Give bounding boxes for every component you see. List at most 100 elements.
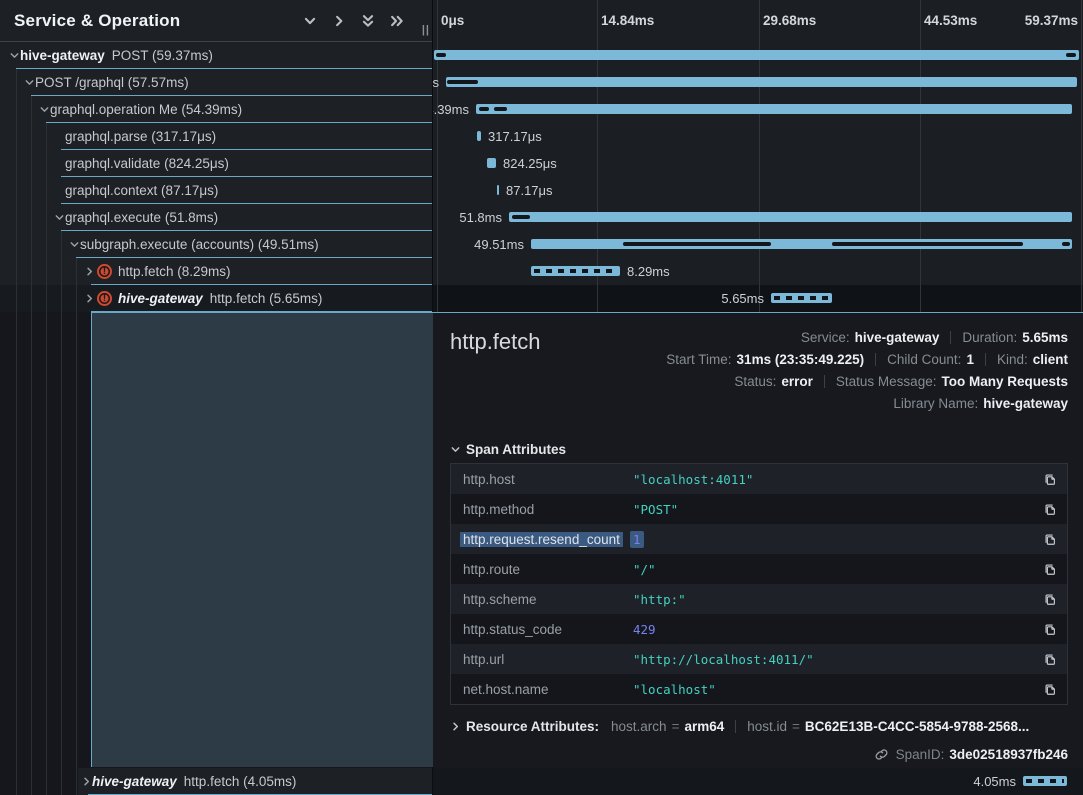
chevron-down-icon[interactable] <box>68 239 80 251</box>
chevron-down-icon[interactable] <box>301 12 319 30</box>
tree-row[interactable]: graphql.execute (51.8ms) <box>0 204 432 231</box>
copy-icon[interactable] <box>1033 622 1067 636</box>
span-id-label: SpanID: <box>896 747 945 762</box>
attribute-value-text: "http://localhost:4011/" <box>633 652 814 667</box>
span-meta-line: Service:hive-gatewayDuration:5.65ms <box>666 327 1068 349</box>
tree-row[interactable]: graphql.operation Me (54.39ms) <box>0 96 432 123</box>
span-attributes-header[interactable]: Span Attributes <box>449 442 566 457</box>
timeline-row: 87.17μs <box>433 177 1083 204</box>
chevron-right-icon[interactable] <box>83 266 95 278</box>
tree-indent-guide <box>31 96 32 795</box>
attribute-key: http.route <box>451 562 633 577</box>
child-span-mark <box>494 107 507 111</box>
resource-key: host.arch <box>611 719 667 734</box>
span-attributes-table: http.host"localhost:4011"http.method"POS… <box>450 463 1068 705</box>
copy-icon[interactable] <box>1033 562 1067 576</box>
meta-value: 31ms (23:35:49.225) <box>737 352 865 367</box>
copy-icon[interactable] <box>1033 592 1067 606</box>
timeline-tick-label: 44.53ms <box>924 13 977 28</box>
attribute-value-text: "localhost" <box>633 682 716 697</box>
tree-row[interactable]: graphql.validate (824.25μs) <box>0 150 432 177</box>
span-bar[interactable] <box>434 50 1079 60</box>
tree-row[interactable]: !hive-gatewayhttp.fetch (5.65ms) <box>0 285 432 312</box>
attribute-key-text: http.route <box>463 562 520 577</box>
tree-header-title: Service & Operation <box>14 11 290 31</box>
attribute-value: "/" <box>633 562 1033 577</box>
child-span-mark <box>1062 242 1070 246</box>
chevron-right-icon[interactable] <box>330 12 348 30</box>
selected-span-expansion-area <box>91 312 433 767</box>
span-label: http.fetch (8.29ms) <box>118 264 231 279</box>
attribute-value: 429 <box>633 622 1033 637</box>
meta-value: error <box>781 374 813 389</box>
copy-icon[interactable] <box>1033 532 1067 546</box>
timeline-panel: 0μs14.84ms29.68ms44.53ms59.37ms 57.57ms5… <box>433 0 1083 795</box>
resource-attributes-header[interactable]: Resource Attributes:host.arch=arm64host.… <box>449 719 1029 734</box>
error-icon: ! <box>97 291 112 306</box>
attribute-row: http.scheme"http:" <box>451 584 1067 614</box>
chevron-right-icon[interactable] <box>83 293 95 305</box>
tree-row[interactable]: hive-gatewayhttp.fetch (4.05ms) <box>78 768 432 795</box>
span-bar[interactable] <box>476 104 1072 114</box>
chevron-down-icon[interactable] <box>8 50 20 62</box>
span-bar[interactable] <box>1023 776 1067 786</box>
timeline-row: 57.57ms <box>433 69 1083 96</box>
child-span-mark <box>436 53 446 57</box>
chevron-down-icon[interactable] <box>53 212 65 224</box>
span-label: graphql.execute (51.8ms) <box>65 210 218 225</box>
meta-divider <box>985 353 986 366</box>
timeline-row <box>433 42 1083 69</box>
service-name: hive-gateway <box>92 774 177 789</box>
chevron-down-icon[interactable] <box>38 104 50 116</box>
attribute-row: http.request.resend_count1 <box>451 524 1067 554</box>
link-icon[interactable] <box>874 747 889 762</box>
meta-label: Start Time: <box>666 352 731 367</box>
span-bar[interactable] <box>477 131 481 141</box>
span-label: POST /graphql (57.57ms) <box>35 75 189 90</box>
attribute-row: http.method"POST" <box>451 494 1067 524</box>
duration-label: 8.29ms <box>627 264 670 279</box>
trace-viewer: Service & Operation || hive-gatewayPOST … <box>0 0 1083 795</box>
span-tree-panel: Service & Operation || hive-gatewayPOST … <box>0 0 433 795</box>
span-bar[interactable] <box>446 77 1077 87</box>
indent-spacer <box>53 185 65 197</box>
child-span-mark <box>1066 53 1076 57</box>
panel-resize-handle[interactable]: || <box>422 24 430 36</box>
attribute-key: http.url <box>451 652 633 667</box>
tree-row[interactable]: ! http.fetch (8.29ms) <box>0 258 432 285</box>
tree-row[interactable]: POST /graphql (57.57ms) <box>0 69 432 96</box>
attribute-row: http.route "/" <box>451 554 1067 584</box>
copy-icon[interactable] <box>1033 472 1067 486</box>
attribute-value: "POST" <box>633 502 1033 517</box>
span-bar[interactable] <box>487 158 496 168</box>
copy-icon[interactable] <box>1033 652 1067 666</box>
span-label: graphql.validate (824.25μs) <box>65 156 229 171</box>
tree-row[interactable]: subgraph.execute (accounts) (49.51ms) <box>0 231 432 258</box>
equals-sign: = <box>792 719 800 734</box>
tree-row[interactable]: graphql.context (87.17μs) <box>0 177 432 204</box>
attribute-value-text: "localhost:4011" <box>633 472 753 487</box>
span-bar[interactable] <box>531 266 620 276</box>
copy-icon[interactable] <box>1033 502 1067 516</box>
span-bar[interactable] <box>771 293 832 303</box>
tree-header-actions <box>290 12 406 30</box>
double-chevron-right-icon[interactable] <box>388 12 406 30</box>
span-bar[interactable] <box>497 185 499 195</box>
error-icon: ! <box>97 264 112 279</box>
copy-icon[interactable] <box>1033 682 1067 696</box>
meta-label: Child Count: <box>887 352 961 367</box>
tree-row[interactable]: hive-gatewayPOST (59.37ms) <box>0 42 432 69</box>
tree-row[interactable]: graphql.parse (317.17μs) <box>0 123 432 150</box>
span-meta-line: Library Name:hive-gateway <box>666 393 1068 415</box>
timeline-row: 54.39ms <box>433 96 1083 123</box>
span-bar[interactable] <box>509 212 1072 222</box>
attribute-key: http.request.resend_count <box>451 532 633 547</box>
chevron-down-icon[interactable] <box>23 77 35 89</box>
attribute-row: net.host.name"localhost" <box>451 674 1067 704</box>
duration-label: 317.17μs <box>488 129 542 144</box>
attribute-value: "localhost" <box>633 682 1033 697</box>
duration-label: 49.51ms <box>474 237 524 252</box>
chevron-right-icon[interactable] <box>80 776 92 788</box>
attribute-value: "localhost:4011" <box>633 472 1033 487</box>
double-chevron-down-icon[interactable] <box>359 12 377 30</box>
